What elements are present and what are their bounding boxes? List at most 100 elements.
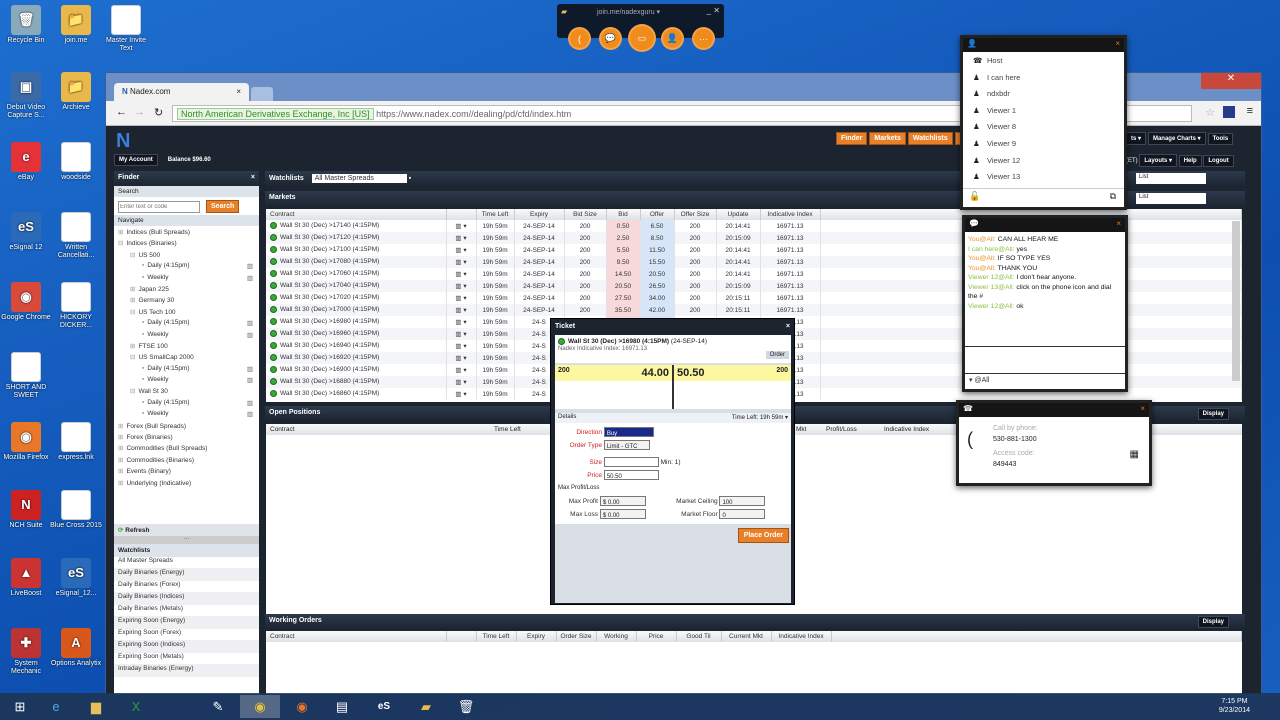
taskbar-joinme-icon[interactable]: ▰: [406, 695, 446, 718]
chat-input[interactable]: [965, 346, 1125, 374]
chart-icon[interactable]: ▥: [247, 319, 253, 327]
column-header[interactable]: Working: [596, 631, 637, 642]
column-header[interactable]: Price: [636, 631, 677, 642]
contract-cell[interactable]: Wall St 30 (Dec) >16880 (4:15PM): [266, 376, 447, 388]
lock-icon[interactable]: 🔓: [969, 191, 980, 202]
expand-icon[interactable]: ⊟: [130, 309, 135, 316]
column-header[interactable]: [446, 631, 477, 642]
bid-cell[interactable]: 5.50: [606, 244, 641, 256]
expand-icon[interactable]: ⊟: [130, 354, 135, 361]
menu-partial[interactable]: ts ▾: [1126, 132, 1147, 145]
row-actions[interactable]: ▥ ▾: [446, 388, 477, 400]
expand-icon[interactable]: ⊞: [118, 229, 123, 236]
price-input[interactable]: 50.50: [603, 470, 659, 481]
column-header[interactable]: Contract: [266, 209, 447, 220]
offer-cell[interactable]: 15.50: [640, 256, 675, 268]
chart-icon[interactable]: ▥: [247, 365, 253, 373]
desktop-icon[interactable]: woodside: [50, 142, 102, 182]
col-time-left[interactable]: Time Left: [494, 426, 521, 433]
expand-icon[interactable]: ⊞: [118, 457, 123, 464]
expand-icon[interactable]: ▪: [142, 399, 144, 406]
expand-icon[interactable]: ⊞: [118, 480, 123, 487]
contract-cell[interactable]: Wall St 30 (Dec) >17000 (4:15PM): [266, 304, 447, 316]
row-actions[interactable]: ▥ ▾: [446, 256, 477, 268]
row-actions[interactable]: ▥ ▾: [446, 328, 477, 340]
manage-charts-button[interactable]: Manage Charts ▾: [1147, 132, 1206, 145]
tree-item[interactable]: ▪ Daily (4:15pm) ▥: [118, 399, 255, 410]
size-input[interactable]: [603, 457, 659, 468]
watchlist-item[interactable]: Expiring Soon (Indices): [114, 641, 259, 653]
expand-icon[interactable]: ⊞: [130, 297, 135, 304]
taskbar-network-icon[interactable]: ▤: [322, 695, 362, 718]
taskbar-app-icon[interactable]: ✎: [198, 695, 238, 718]
tree-item[interactable]: ⊞ FTSE 100: [118, 342, 255, 353]
watchlist-item[interactable]: Daily Binaries (Indices): [114, 593, 259, 605]
taskbar-firefox-icon[interactable]: ◉: [282, 695, 322, 718]
row-actions[interactable]: ▥ ▾: [446, 316, 477, 328]
column-header[interactable]: Time Left: [476, 631, 517, 642]
offer-cell[interactable]: 42.00: [640, 304, 675, 316]
taskbar-excel-icon[interactable]: X: [116, 695, 156, 718]
desktop-icon[interactable]: e eBay: [0, 142, 52, 182]
contract-cell[interactable]: Wall St 30 (Dec) >16980 (4:15PM): [266, 316, 447, 328]
order-tab[interactable]: Order: [765, 351, 789, 359]
watchlist-item[interactable]: Daily Binaries (Metals): [114, 605, 259, 617]
column-header[interactable]: Order Size: [556, 631, 597, 642]
column-header[interactable]: Offer Size: [674, 209, 717, 220]
logout-button[interactable]: Logout: [1203, 155, 1234, 167]
desktop-icon[interactable]: ✚ System Mechanic: [0, 628, 52, 676]
nav-button-finder[interactable]: Finder: [836, 132, 868, 145]
watchlist-dropdown-icon[interactable]: ▪: [409, 175, 411, 182]
close-ticket-icon[interactable]: ×: [786, 323, 790, 330]
row-actions[interactable]: ▥ ▾: [446, 364, 477, 376]
contract-cell[interactable]: Wall St 30 (Dec) >17080 (4:15PM): [266, 256, 447, 268]
joinme-close-icon[interactable]: _ ✕: [707, 6, 720, 15]
expand-icon[interactable]: ▪: [142, 319, 144, 326]
extension-icon[interactable]: [1223, 106, 1235, 118]
close-chat-icon[interactable]: ×: [1116, 219, 1121, 228]
tree-item[interactable]: ▪ Weekly ▥: [118, 376, 255, 387]
tree-item[interactable]: ⊞ Commodities (Bull Spreads): [118, 444, 255, 455]
contract-cell[interactable]: Wall St 30 (Dec) >17100 (4:15PM): [266, 244, 447, 256]
column-header[interactable]: Bid: [606, 209, 641, 220]
row-actions[interactable]: ▥ ▾: [446, 232, 477, 244]
column-header[interactable]: Offer: [640, 209, 675, 220]
tree-item[interactable]: ▪ Daily (4:15pm) ▥: [118, 319, 255, 330]
desktop-icon[interactable]: 🗑 Recycle Bin: [0, 5, 52, 45]
desktop-icon[interactable]: ▲ LiveBoost: [0, 558, 52, 598]
joinme-screen-button[interactable]: ▭: [628, 24, 656, 52]
expand-icon[interactable]: ⊞: [118, 445, 123, 452]
chart-icon[interactable]: ▥: [247, 410, 253, 418]
nav-button-watchlists[interactable]: Watchlists: [907, 132, 953, 145]
desktop-icon[interactable]: eS eSignal_12...: [50, 558, 102, 598]
offer-cell[interactable]: 34.00: [640, 292, 675, 304]
layouts-button[interactable]: Layouts ▾: [1139, 154, 1178, 167]
start-button[interactable]: ⊞: [0, 695, 40, 718]
chart-icon[interactable]: ▥: [247, 262, 253, 270]
column-header[interactable]: Time Left: [476, 209, 515, 220]
column-header[interactable]: Update: [716, 209, 761, 220]
joinme-chat-button[interactable]: 💬: [599, 27, 622, 50]
contract-cell[interactable]: Wall St 30 (Dec) >17060 (4:15PM): [266, 268, 447, 280]
chart-icon[interactable]: ▥: [247, 331, 253, 339]
desktop-icon[interactable]: Blue Cross 2015: [50, 490, 102, 530]
participant-item[interactable]: ♟ Viewer 12: [963, 156, 1124, 173]
column-header[interactable]: [446, 209, 477, 220]
bid-cell[interactable]: 35.50: [606, 304, 641, 316]
tree-item[interactable]: ▪ Weekly ▥: [118, 410, 255, 421]
watchlist-item[interactable]: Intraday Binaries (Energy): [114, 665, 259, 677]
markets-scrollbar[interactable]: [1232, 221, 1240, 381]
participant-item[interactable]: ♟ Viewer 8: [963, 122, 1124, 139]
expand-icon[interactable]: ▪: [142, 331, 144, 338]
expand-icon[interactable]: ⊞: [118, 423, 123, 430]
search-input[interactable]: [118, 201, 200, 213]
row-actions[interactable]: ▥ ▾: [446, 220, 477, 232]
desktop-icon[interactable]: HICKORY DICKER...: [50, 282, 102, 330]
participant-item[interactable]: ☎ Host: [963, 56, 1124, 73]
close-window-button[interactable]: ✕: [1201, 73, 1261, 89]
contract-cell[interactable]: Wall St 30 (Dec) >16900 (4:15PM): [266, 364, 447, 376]
close-tab-icon[interactable]: ×: [236, 87, 241, 96]
desktop-icon[interactable]: 📁 join.me: [50, 5, 102, 45]
expand-icon[interactable]: ▪: [142, 376, 144, 383]
column-header[interactable]: Indicative Index: [760, 209, 821, 220]
